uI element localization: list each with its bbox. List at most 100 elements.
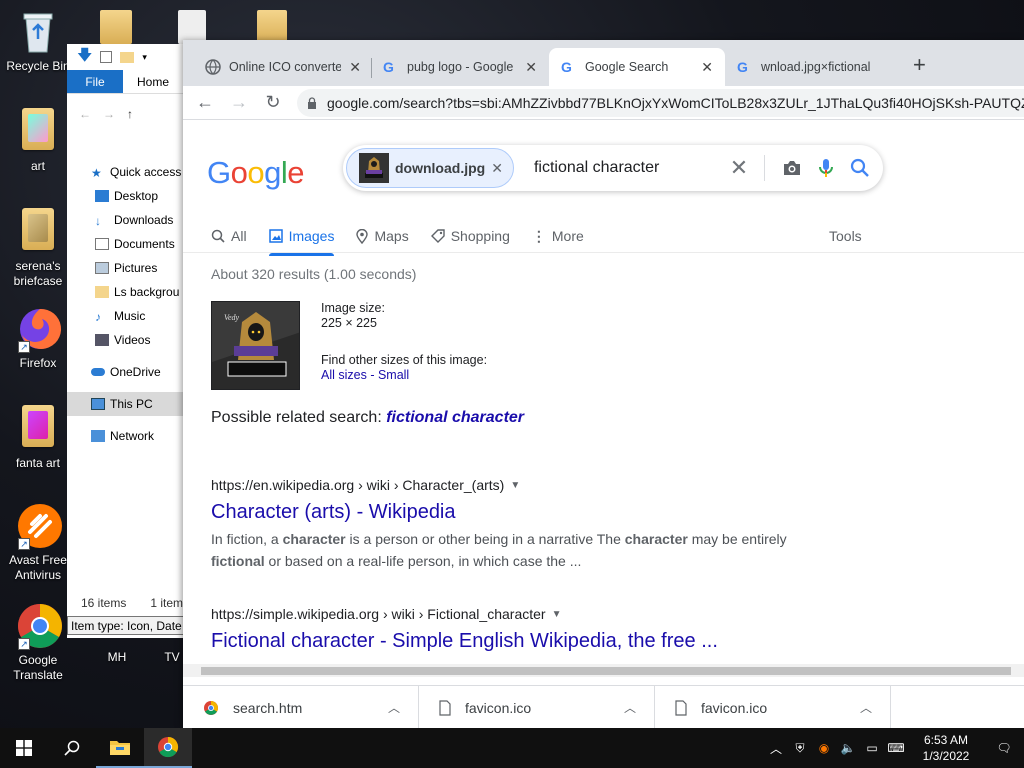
globe-icon [205, 59, 221, 75]
download-icon: ↓ [95, 214, 101, 228]
chip-label: download.jpg [395, 160, 486, 176]
camera-icon[interactable] [775, 159, 809, 177]
tab-more[interactable]: ⋮ More [532, 220, 584, 252]
google-logo[interactable]: Google [207, 155, 305, 191]
dropdown-icon[interactable]: ▾ [142, 52, 147, 63]
clock-time: 6:53 AM [923, 733, 969, 747]
tab-all[interactable]: All [211, 220, 247, 252]
back-arrow-icon[interactable]: ← [195, 92, 215, 113]
nav-item-pictures[interactable]: Pictures [67, 256, 186, 280]
desktop-icon-fanta-art[interactable]: fanta art [0, 405, 76, 471]
nav-item-videos[interactable]: Videos [67, 328, 186, 352]
nav-item-onedrive[interactable]: OneDrive [67, 360, 186, 384]
checkbox-icon[interactable] [100, 51, 113, 63]
search-icon[interactable] [843, 158, 877, 178]
network-icon [91, 430, 105, 442]
ribbon-file-tab[interactable]: File [67, 70, 123, 93]
clock[interactable]: 6:53 AM 1/3/2022 [908, 732, 984, 764]
forward-arrow-icon[interactable]: → [103, 107, 115, 121]
taskbar-chrome[interactable] [144, 728, 192, 768]
all-sizes-link[interactable]: All sizes [321, 368, 367, 382]
nav-item-quick-access[interactable]: ★ Quick access [67, 160, 186, 184]
ribbon-home-tab[interactable]: Home [123, 70, 183, 93]
tab-label: Images [288, 228, 335, 244]
desktop-folder-icon[interactable] [100, 10, 132, 44]
forward-arrow-icon[interactable]: → [229, 92, 249, 113]
lock-icon [308, 96, 316, 109]
nav-item-this-pc[interactable]: This PC [67, 392, 186, 416]
image-info: Image size: 225 × 225 Find other sizes o… [321, 301, 487, 383]
search-result: https://en.wikipedia.org › wiki › Charac… [211, 477, 811, 572]
chevron-up-icon[interactable]: ︿ [624, 699, 636, 716]
desktop-icon-google-translate[interactable]: ↗ Google Translate [0, 602, 76, 683]
nav-item-documents[interactable]: Documents [67, 232, 186, 256]
search-input[interactable]: fictional character [534, 159, 724, 177]
clear-search-icon[interactable]: ✕ [724, 155, 754, 181]
tab-maps[interactable]: Maps [356, 220, 409, 252]
start-button[interactable] [0, 728, 48, 768]
desktop-folder-icon[interactable] [178, 10, 206, 44]
logo-letter: g [264, 155, 281, 190]
related-search-link[interactable]: fictional character [386, 409, 524, 426]
download-item-search-htm[interactable]: search.htm ︿ [183, 686, 419, 729]
snippet-part: may be entirely [687, 531, 787, 547]
chip-close-icon[interactable]: ✕ [491, 160, 503, 177]
caret-down-icon[interactable]: ▼ [552, 609, 562, 620]
nav-item-desktop[interactable]: Desktop [67, 184, 186, 208]
image-query-chip[interactable]: download.jpg ✕ [346, 148, 514, 188]
desktop-icon-art[interactable]: art [0, 108, 76, 174]
result-url[interactable]: https://simple.wikipedia.org › wiki › Fi… [211, 606, 811, 622]
nav-item-network[interactable]: Network [67, 424, 186, 448]
shield-icon[interactable]: ⛨ [788, 741, 812, 756]
browser-tab-google-search[interactable]: G Google Search ✕ [549, 48, 725, 86]
chevron-up-icon[interactable]: ︿ [764, 740, 788, 757]
result-title-link[interactable]: Character (arts) - Wikipedia [211, 501, 811, 524]
query-image-thumbnail[interactable]: Vedy [211, 301, 300, 390]
result-url[interactable]: https://en.wikipedia.org › wiki › Charac… [211, 477, 811, 493]
download-item-favicon[interactable]: favicon.ico ︿ [419, 686, 655, 729]
desktop-icon-serenas-briefcase[interactable]: serena's briefcase [0, 208, 76, 289]
small-size-link[interactable]: Small [378, 368, 409, 382]
avast-icon[interactable]: ◉ [812, 741, 836, 755]
desktop-icon-firefox[interactable]: ↗ Firefox [0, 305, 76, 371]
notifications-icon[interactable]: 🗨 [984, 741, 1024, 755]
up-arrow-icon[interactable]: ↑ [127, 107, 133, 121]
nav-item-music[interactable]: ♪ Music [67, 304, 186, 328]
network-icon[interactable]: ▭ [860, 741, 884, 755]
browser-tab-ico-converter[interactable]: Online ICO converter ✕ [193, 48, 373, 86]
volume-muted-icon[interactable]: 🔈 [836, 741, 860, 755]
new-tab-button[interactable]: + [913, 54, 926, 76]
reload-icon[interactable]: ↻ [263, 92, 283, 113]
desktop-folder-icon[interactable] [257, 10, 287, 44]
chevron-up-icon[interactable]: ︿ [860, 699, 872, 716]
caret-down-icon[interactable]: ▼ [510, 480, 520, 491]
microphone-icon[interactable] [809, 158, 843, 178]
desktop-icon-recycle-bin[interactable]: Recycle Bin [0, 8, 76, 74]
search-button[interactable] [48, 728, 96, 768]
back-arrow-icon[interactable]: ← [79, 107, 91, 121]
tab-images[interactable]: Images [268, 220, 335, 256]
result-title-link[interactable]: Fictional character - Simple English Wik… [211, 630, 811, 653]
download-arrow-icon[interactable]: 🡇 [77, 45, 92, 70]
horizontal-scrollbar[interactable] [183, 664, 1024, 677]
desktop-icon-avast[interactable]: ↗ Avast Free Antivirus [0, 502, 76, 583]
address-bar[interactable]: google.com/search?tbs=sbi:AMhZZivbbd77BL… [297, 88, 1024, 117]
shortcut-arrow-icon: ↗ [18, 638, 30, 650]
tab-close-icon[interactable]: ✕ [349, 59, 361, 76]
input-indicator-icon[interactable]: ⌨ [884, 741, 908, 755]
nav-item-downloads[interactable]: ↓ Downloads [67, 208, 186, 232]
tab-close-icon[interactable]: ✕ [701, 59, 713, 76]
nav-item-ls-background[interactable]: Ls backgrou [67, 280, 186, 304]
download-item-favicon[interactable]: favicon.ico ︿ [655, 686, 891, 729]
chevron-up-icon[interactable]: ︿ [388, 699, 400, 716]
taskbar-file-explorer[interactable] [96, 728, 144, 768]
tools-button[interactable]: Tools [829, 220, 862, 252]
scrollbar-thumb[interactable] [201, 667, 1011, 675]
folder-icon[interactable] [120, 51, 135, 63]
tab-shopping[interactable]: Shopping [430, 220, 510, 252]
browser-tab-download-fictional[interactable]: G wnload.jpg×fictional [725, 48, 901, 86]
nav-item-label: OneDrive [110, 365, 161, 379]
cloud-icon [91, 368, 105, 376]
browser-tab-pubg-logo[interactable]: G pubg logo - Google S ✕ [371, 48, 549, 86]
tab-close-icon[interactable]: ✕ [525, 59, 537, 76]
